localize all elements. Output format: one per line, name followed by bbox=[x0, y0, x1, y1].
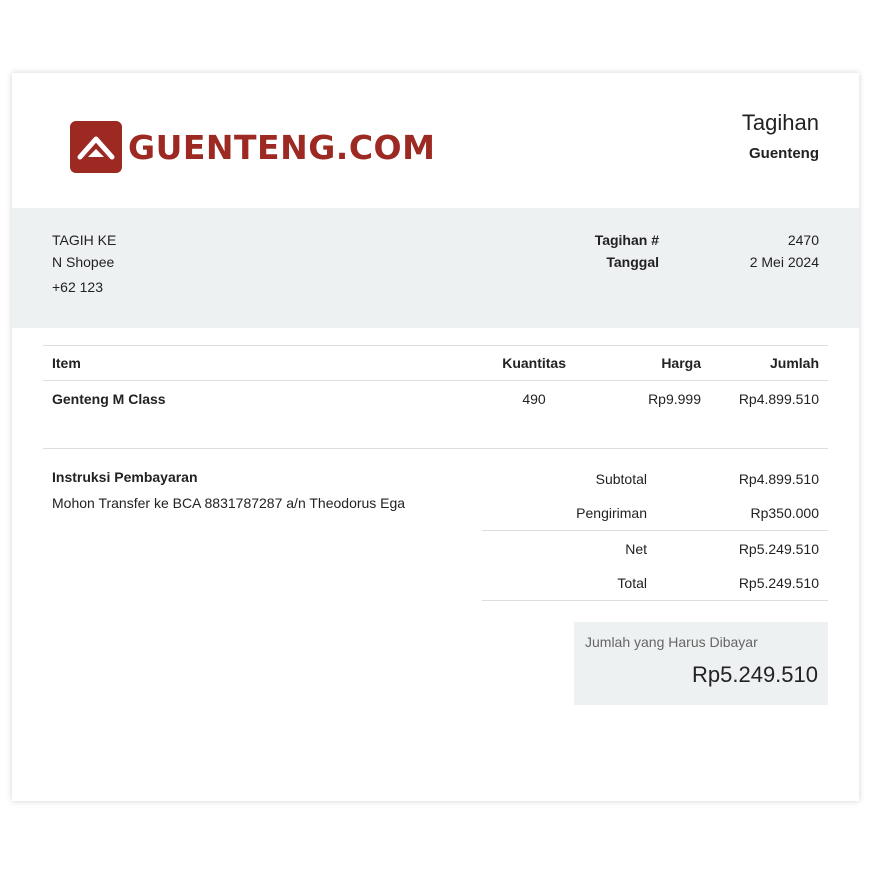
subtotal-label: Subtotal bbox=[595, 471, 647, 487]
brand-name: GUENTENG.COM bbox=[128, 127, 436, 167]
company-logo: GUENTENG.COM bbox=[70, 121, 435, 173]
document-title: Tagihan bbox=[741, 110, 819, 135]
invoice-sheet: GUENTENG.COM Tagihan Guenteng TAGIH KE N… bbox=[12, 73, 859, 801]
invoice-number: 2470 bbox=[787, 232, 819, 248]
column-header-quantity: Kuantitas bbox=[502, 355, 566, 371]
date-label: Tanggal bbox=[606, 254, 659, 270]
house-logo-icon bbox=[70, 121, 122, 173]
column-header-price: Harga bbox=[661, 355, 701, 371]
amount-due-value: Rp5.249.510 bbox=[692, 662, 818, 687]
amount-due-label: Jumlah yang Harus Dibayar bbox=[585, 634, 758, 650]
shipping-value: Rp350.000 bbox=[750, 505, 819, 521]
summary-bottom-divider bbox=[482, 600, 828, 601]
invoice-date: 2 Mei 2024 bbox=[749, 254, 819, 270]
summary-divider bbox=[482, 530, 828, 531]
total-value: Rp5.249.510 bbox=[738, 575, 819, 591]
table-bottom-divider bbox=[43, 448, 828, 449]
row-quantity: 490 bbox=[522, 391, 546, 407]
table-header-divider bbox=[43, 380, 828, 381]
payment-instructions-heading: Instruksi Pembayaran bbox=[52, 469, 198, 485]
table-top-divider bbox=[43, 345, 828, 346]
bill-to-heading: TAGIH KE bbox=[52, 232, 117, 248]
payment-instructions-text: Mohon Transfer ke BCA 8831787287 a/n The… bbox=[52, 495, 406, 511]
billing-section: TAGIH KE N Shopee +62 123 Tagihan # 2470… bbox=[12, 208, 859, 328]
column-header-item: Item bbox=[52, 355, 81, 371]
bill-to-name: N Shopee bbox=[52, 254, 115, 270]
company-name: Guenteng bbox=[749, 145, 819, 162]
amount-due-box: Jumlah yang Harus Dibayar Rp5.249.510 bbox=[574, 622, 828, 705]
bill-to-phone: +62 123 bbox=[52, 279, 103, 295]
row-price: Rp9.999 bbox=[648, 391, 701, 407]
column-header-amount: Jumlah bbox=[769, 355, 819, 371]
net-value: Rp5.249.510 bbox=[738, 541, 819, 557]
net-label: Net bbox=[625, 541, 647, 557]
row-amount: Rp4.899.510 bbox=[738, 391, 819, 407]
shipping-label: Pengiriman bbox=[576, 505, 647, 521]
total-label: Total bbox=[617, 575, 647, 591]
subtotal-value: Rp4.899.510 bbox=[738, 471, 819, 487]
invoice-number-label: Tagihan # bbox=[594, 232, 659, 248]
row-item: Genteng M Class bbox=[52, 391, 166, 407]
